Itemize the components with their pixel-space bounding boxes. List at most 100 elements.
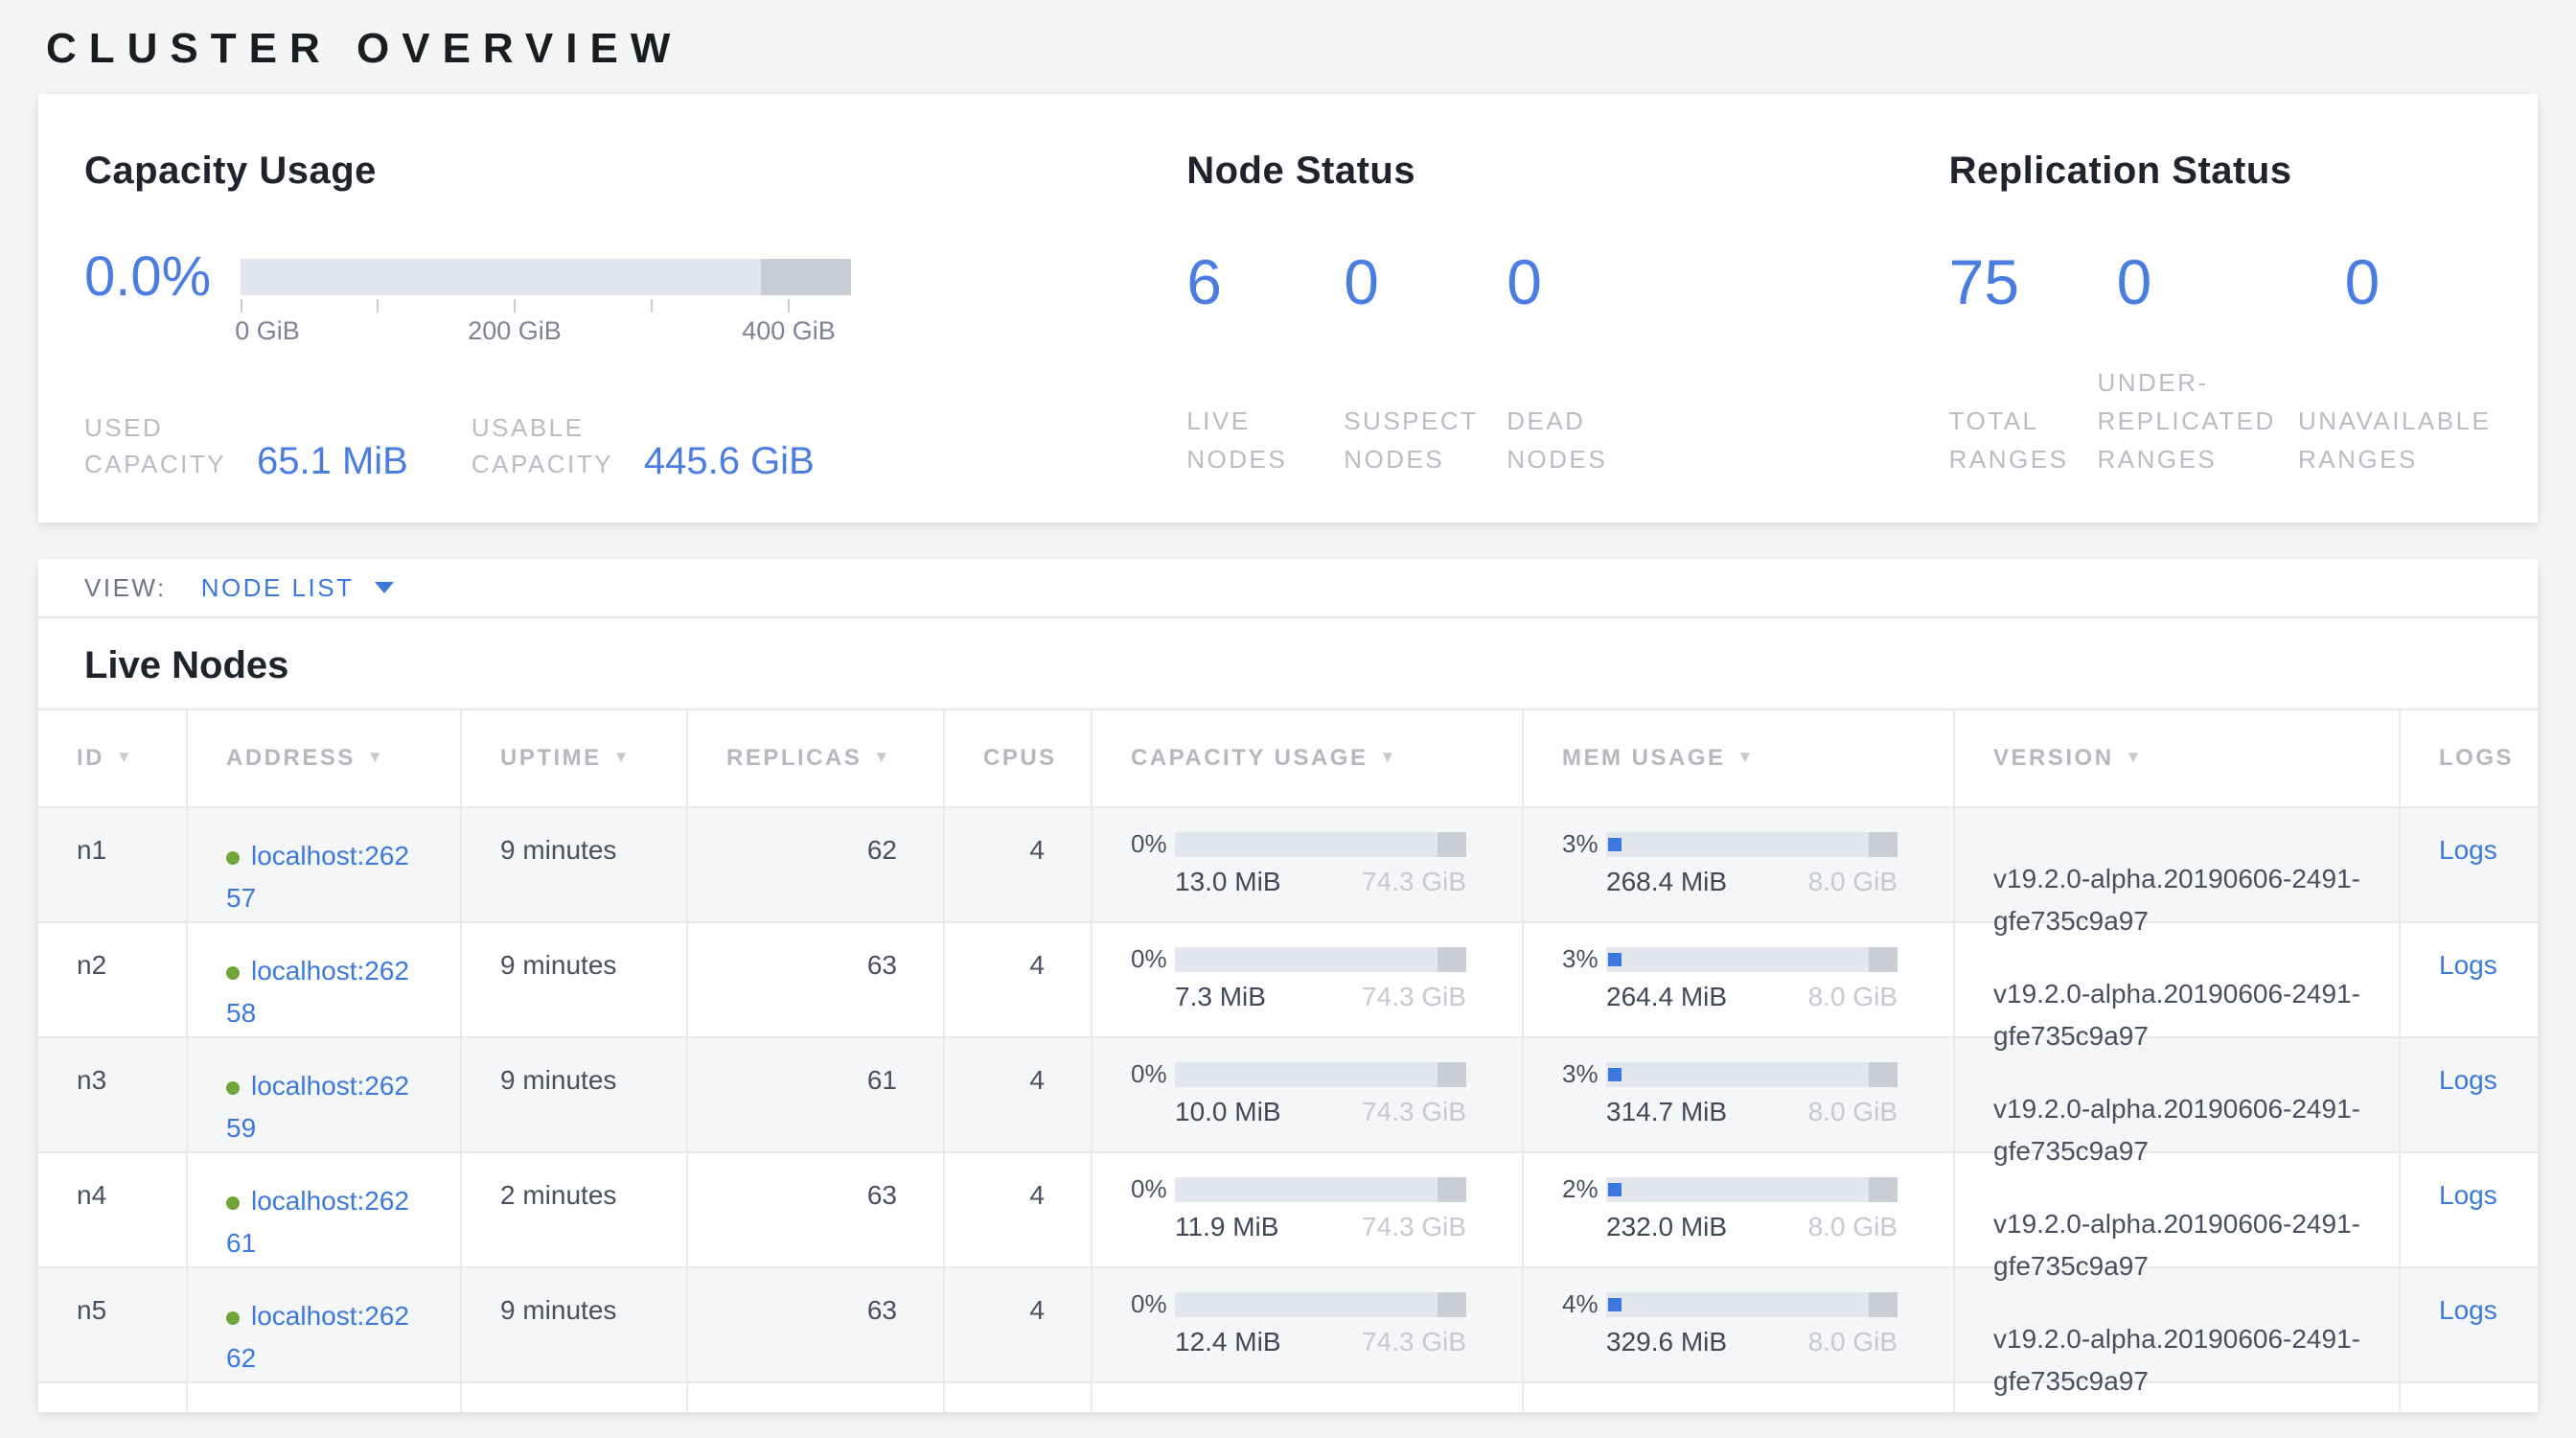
column-header-mem-usage[interactable]: MEM USAGE▼ — [1524, 710, 1955, 806]
node-address-cell: localhost:26262 — [188, 1268, 462, 1381]
node-address-link[interactable]: localhost:26261 — [226, 1186, 409, 1258]
node-address-cell: localhost:26257 — [188, 808, 462, 921]
used-capacity-label: USED CAPACITY — [84, 409, 240, 482]
node-replicas: 62 — [688, 808, 945, 921]
capacity-usage-bar — [1175, 947, 1466, 972]
total-ranges-count: 75 — [1949, 245, 2117, 318]
mem-usage-bar — [1606, 947, 1898, 972]
view-bar: VIEW: NODE LIST — [38, 559, 2538, 618]
node-status-section: Node Status 6 0 0 LIVE NODES SUSPECT NOD… — [1148, 148, 1910, 522]
column-header-logs: LOGS — [2401, 710, 2538, 806]
suspect-nodes-label: SUSPECT NODES — [1344, 402, 1506, 478]
node-address-link[interactable]: localhost:26258 — [226, 956, 409, 1028]
table-row: n1 localhost:26257 9 minutes 62 4 0% 13.… — [38, 808, 2538, 923]
node-address-link[interactable]: localhost:26259 — [226, 1071, 409, 1143]
capacity-usage-section: Capacity Usage 0.0% 0 GiB 200 GiB 400 Gi… — [84, 148, 1148, 522]
capacity-bar-dark-segment — [761, 259, 851, 295]
live-status-dot — [226, 851, 240, 865]
table-row: n4 localhost:26261 2 minutes 63 4 0% 11.… — [38, 1153, 2538, 1268]
capacity-usage-cell: 0% 7.3 MiB74.3 GiB — [1092, 923, 1524, 1036]
logs-link[interactable]: Logs — [2439, 1295, 2497, 1325]
logs-cell: Logs — [2401, 1153, 2538, 1266]
capacity-axis-labels: 0 GiB 200 GiB 400 GiB — [241, 316, 851, 347]
capacity-bar-chart: 0 GiB 200 GiB 400 GiB — [241, 245, 851, 347]
table-row: n3 localhost:26259 9 minutes 61 4 0% 10.… — [38, 1038, 2538, 1153]
column-header-address[interactable]: ADDRESS▼ — [188, 710, 462, 806]
node-id: n3 — [38, 1038, 188, 1151]
sort-desc-icon: ▼ — [367, 748, 385, 767]
table-row: n2 localhost:26258 9 minutes 63 4 0% 7.3… — [38, 923, 2538, 1038]
column-header-capacity-usage[interactable]: CAPACITY USAGE▼ — [1092, 710, 1524, 806]
logs-cell: Logs — [2401, 1038, 2538, 1151]
page-title: CLUSTER OVERVIEW — [46, 23, 2576, 75]
live-status-dot — [226, 1196, 240, 1210]
node-address-link[interactable]: localhost:26257 — [226, 841, 409, 913]
node-replicas: 63 — [688, 1153, 945, 1266]
capacity-usage-cell: 0% 10.0 MiB74.3 GiB — [1092, 1038, 1524, 1151]
sort-desc-icon: ▼ — [116, 748, 134, 767]
usable-capacity-stat: USABLE CAPACITY 445.6 GiB — [472, 409, 815, 482]
mem-usage-cell: 4% 329.6 MiB8.0 GiB — [1524, 1268, 1955, 1381]
column-header-uptime[interactable]: UPTIME▼ — [462, 710, 688, 806]
sort-desc-icon: ▼ — [613, 748, 632, 767]
logs-link[interactable]: Logs — [2439, 1065, 2497, 1095]
replication-status-heading: Replication Status — [1949, 148, 2538, 194]
axis-label-200gib: 200 GiB — [468, 316, 562, 346]
axis-label-400gib: 400 GiB — [742, 316, 836, 346]
capacity-usage-heading: Capacity Usage — [84, 148, 1148, 194]
live-status-dot — [226, 966, 240, 980]
dead-nodes-count: 0 — [1506, 245, 1542, 318]
used-capacity-value: 65.1 MiB — [257, 440, 408, 482]
table-header-row: ID▼ ADDRESS▼ UPTIME▼ REPLICAS▼ CPUS CAPA… — [38, 710, 2538, 808]
usable-capacity-label: USABLE CAPACITY — [472, 409, 627, 482]
node-cpus: 4 — [945, 1268, 1092, 1381]
live-status-dot — [226, 1311, 240, 1325]
capacity-usage-bar — [1175, 1292, 1466, 1317]
node-id: n1 — [38, 808, 188, 921]
under-replicated-ranges-label: UNDER-REPLICATED RANGES — [2097, 363, 2298, 478]
column-header-version[interactable]: VERSION▼ — [1955, 710, 2401, 806]
mem-usage-bar — [1606, 1292, 1898, 1317]
table-row-partial — [38, 1383, 2538, 1412]
node-replicas: 63 — [688, 1268, 945, 1381]
mem-usage-bar — [1606, 1062, 1898, 1087]
capacity-axis-ticks — [241, 297, 851, 314]
node-address-cell: localhost:26261 — [188, 1153, 462, 1266]
node-address-link[interactable]: localhost:26262 — [226, 1301, 409, 1373]
unavailable-ranges-count: 0 — [2345, 245, 2380, 318]
node-version: v19.2.0-alpha.20190606-2491-gfe735c9a97 — [1955, 1153, 2401, 1266]
mem-usage-bar — [1606, 1177, 1898, 1202]
logs-link[interactable]: Logs — [2439, 835, 2497, 865]
capacity-bar — [241, 259, 851, 295]
view-selector-dropdown[interactable]: NODE LIST — [201, 573, 395, 603]
live-nodes-table: ID▼ ADDRESS▼ UPTIME▼ REPLICAS▼ CPUS CAPA… — [38, 708, 2538, 1412]
node-address-cell: localhost:26259 — [188, 1038, 462, 1151]
logs-link[interactable]: Logs — [2439, 1180, 2497, 1210]
logs-cell: Logs — [2401, 1268, 2538, 1381]
node-id: n4 — [38, 1153, 188, 1266]
logs-link[interactable]: Logs — [2439, 950, 2497, 980]
node-uptime: 9 minutes — [462, 808, 688, 921]
node-replicas: 61 — [688, 1038, 945, 1151]
capacity-usage-cell: 0% 11.9 MiB74.3 GiB — [1092, 1153, 1524, 1266]
column-header-cpus: CPUS — [945, 710, 1092, 806]
total-ranges-label: TOTAL RANGES — [1949, 402, 2098, 478]
capacity-usage-bar — [1175, 1062, 1466, 1087]
sort-desc-icon: ▼ — [1737, 748, 1756, 767]
node-cpus: 4 — [945, 1153, 1092, 1266]
column-header-id[interactable]: ID▼ — [38, 710, 188, 806]
logs-cell: Logs — [2401, 808, 2538, 921]
live-status-dot — [226, 1081, 240, 1095]
live-nodes-card: VIEW: NODE LIST Live Nodes ID▼ ADDRESS▼ … — [38, 559, 2538, 1412]
node-cpus: 4 — [945, 1038, 1092, 1151]
replication-status-section: Replication Status 75 0 0 TOTAL RANGES U… — [1911, 148, 2538, 522]
column-header-replicas[interactable]: REPLICAS▼ — [688, 710, 945, 806]
axis-label-0gib: 0 GiB — [235, 316, 300, 346]
node-version: v19.2.0-alpha.20190606-2491-gfe735c9a97 — [1955, 808, 2401, 921]
capacity-used-percent: 0.0% — [84, 245, 241, 347]
suspect-nodes-count: 0 — [1344, 245, 1506, 318]
chevron-down-icon — [375, 582, 394, 593]
mem-usage-cell: 3% 264.4 MiB8.0 GiB — [1524, 923, 1955, 1036]
node-address-cell: localhost:26258 — [188, 923, 462, 1036]
node-version: v19.2.0-alpha.20190606-2491-gfe735c9a97 — [1955, 923, 2401, 1036]
